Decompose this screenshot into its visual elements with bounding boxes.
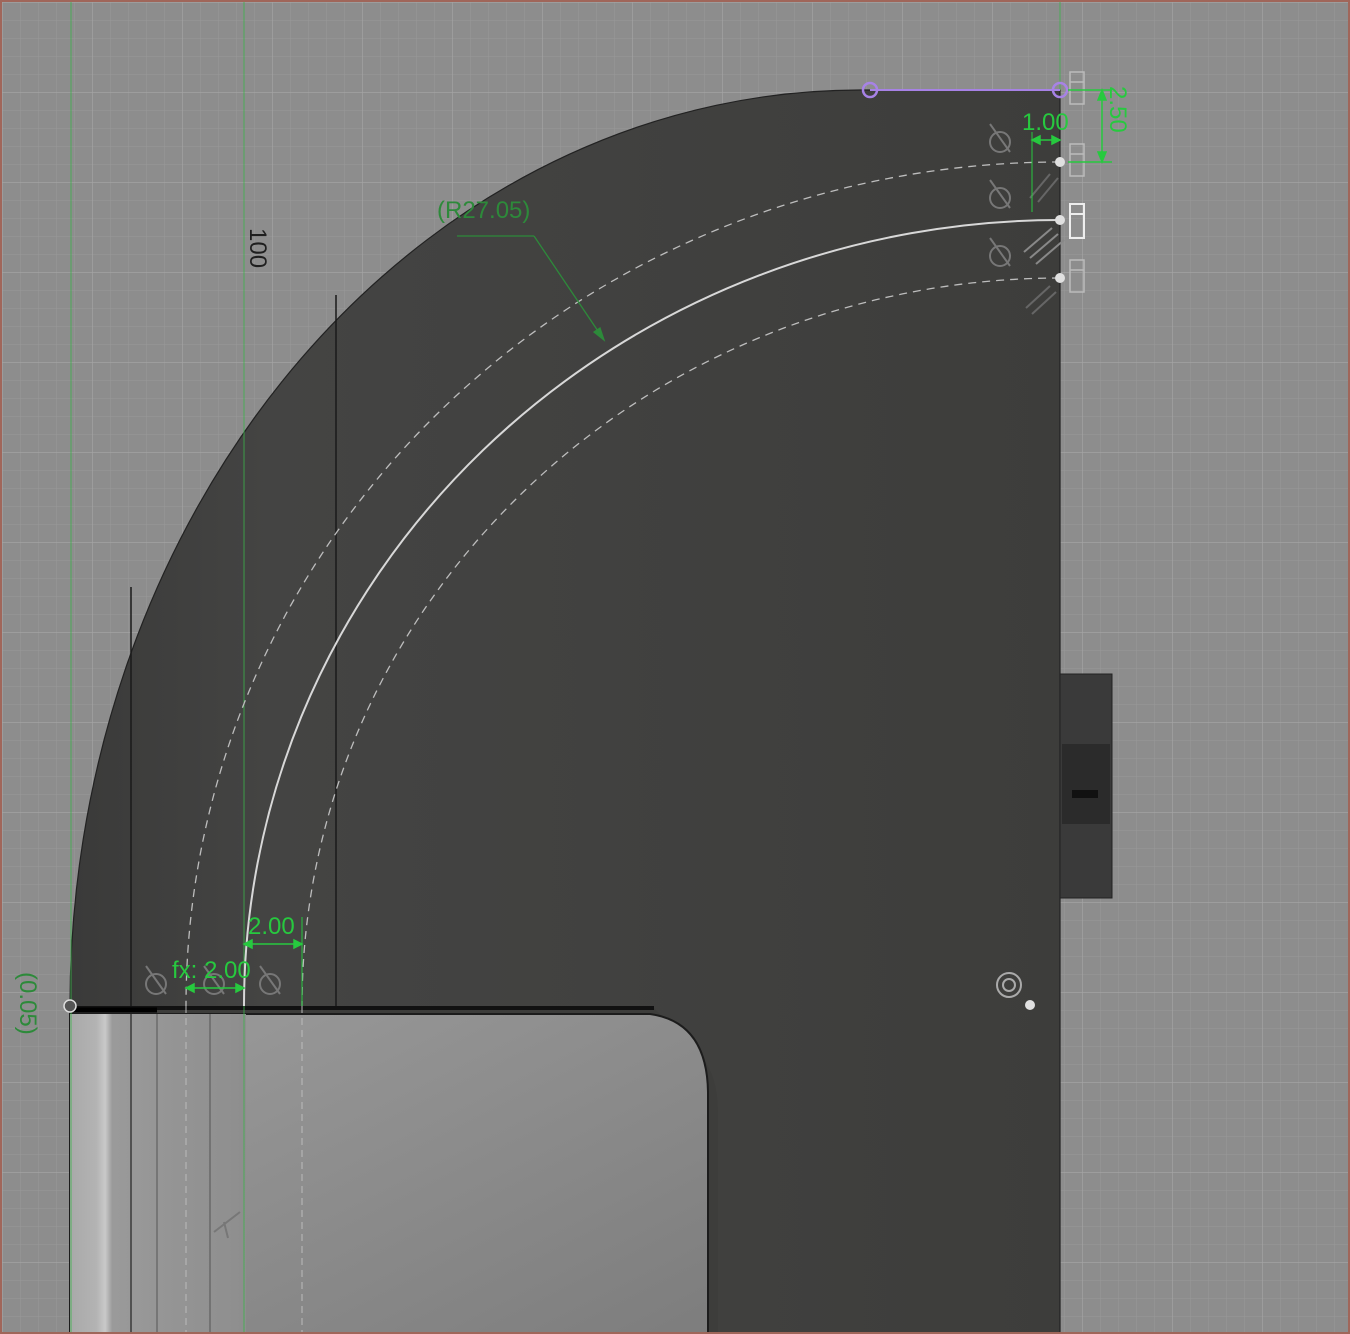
dimension-2-00-label[interactable]: 2.00 — [248, 913, 295, 940]
flange-left-strip — [70, 1014, 246, 1332]
dimension-100-label[interactable]: 100 — [244, 228, 271, 268]
sketch-canvas[interactable]: 1.00 2.50 2.00 fx: 2.00 (0.05) (R27.05) … — [2, 2, 1350, 1334]
center-point[interactable] — [1025, 1000, 1035, 1010]
side-tab-inner — [1062, 744, 1110, 824]
dimension-2-50-label[interactable]: 2.50 — [1104, 86, 1131, 133]
dimension-1-00-label[interactable]: 1.00 — [1022, 109, 1069, 136]
dimension-radius-label[interactable]: (R27.05) — [437, 197, 530, 224]
endpoint-outer[interactable] — [1055, 157, 1065, 167]
side-tab-slot — [1072, 790, 1098, 798]
origin-point[interactable] — [63, 999, 77, 1013]
endpoint-center[interactable] — [1055, 215, 1065, 225]
dimension-fx-2-00-label[interactable]: fx: 2.00 — [172, 957, 251, 984]
cad-sketch-viewport[interactable]: 1.00 2.50 2.00 fx: 2.00 (0.05) (R27.05) … — [0, 0, 1350, 1334]
dimension-0-05-label[interactable]: (0.05) — [14, 972, 41, 1035]
endpoint-inner[interactable] — [1055, 273, 1065, 283]
